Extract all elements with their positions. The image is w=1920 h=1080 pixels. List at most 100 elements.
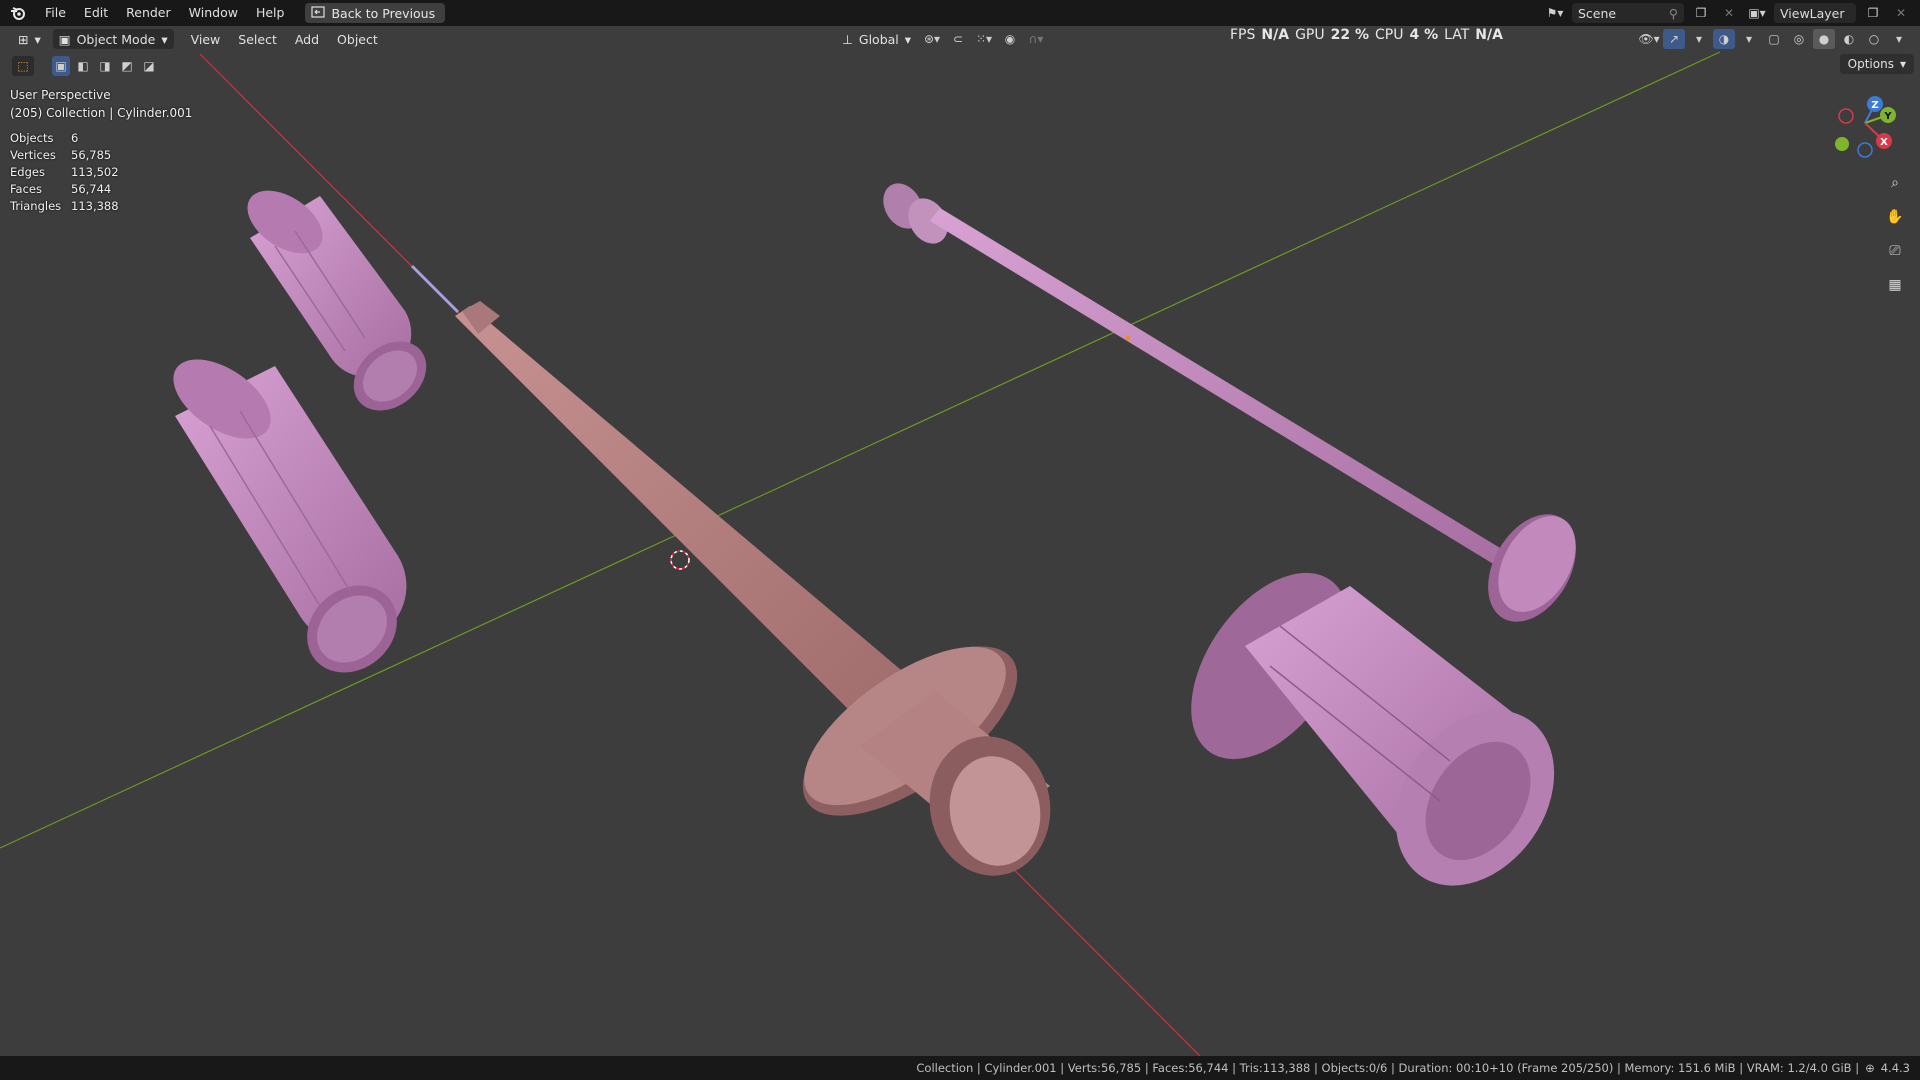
syringe-barrel-object bbox=[455, 301, 1051, 876]
mode-selector[interactable]: ▣ Object Mode ▾ bbox=[52, 29, 174, 49]
stat-value: 56,785 bbox=[71, 148, 112, 162]
snap-target-icon[interactable]: ⁙▾ bbox=[973, 29, 995, 49]
remove-viewlayer-icon[interactable]: ✕ bbox=[1890, 3, 1912, 23]
zoom-icon[interactable]: ⌕ bbox=[1882, 170, 1908, 196]
select-tool-icon[interactable]: ⬚ bbox=[12, 56, 34, 76]
view-navigation-buttons: ⌕ ✋ ⎚ ▦ bbox=[1882, 170, 1908, 298]
viewlayer-name: ViewLayer bbox=[1780, 5, 1845, 21]
editor-type-icon: ⊞ bbox=[18, 31, 29, 47]
select-invert-icon[interactable]: ◩ bbox=[118, 56, 136, 76]
select-intersect-icon[interactable]: ◪ bbox=[140, 56, 158, 76]
menu-select[interactable]: Select bbox=[229, 32, 286, 47]
fps-value: N/A bbox=[1261, 27, 1290, 43]
pan-hand-icon[interactable]: ✋ bbox=[1882, 204, 1908, 230]
perspective-label: User Perspective bbox=[10, 88, 111, 102]
navigation-gizmo[interactable]: Z Y X bbox=[1830, 88, 1900, 158]
gizmo-dropdown-icon[interactable]: ▾ bbox=[1688, 29, 1710, 49]
top-menu-bar: File Edit Render Window Help Back to Pre… bbox=[0, 0, 1920, 26]
pivot-icon[interactable]: ⊛▾ bbox=[921, 29, 943, 49]
transform-tools: ⊥ Global ▾ ⊛▾ ⊂ ⁙▾ ◉ ∩▾ bbox=[836, 29, 1047, 49]
select-subtract-icon[interactable]: ◨ bbox=[96, 56, 114, 76]
new-scene-icon[interactable]: ❐ bbox=[1690, 3, 1712, 23]
gpu-value: 22 % bbox=[1330, 27, 1369, 43]
shading-dropdown-icon[interactable]: ▾ bbox=[1888, 29, 1910, 49]
viewport-info: User Perspective (205) Collection | Cyli… bbox=[10, 86, 192, 122]
overlay-dropdown-icon[interactable]: ▾ bbox=[1738, 29, 1760, 49]
visibility-icon[interactable]: 👁▾ bbox=[1638, 29, 1660, 49]
wireframe-shading-icon[interactable]: ◎ bbox=[1788, 29, 1810, 49]
stat-row: Vertices 56,785 bbox=[10, 147, 119, 164]
needle-object bbox=[410, 264, 460, 314]
ortho-grid-icon[interactable]: ▦ bbox=[1882, 272, 1908, 298]
scene-type-icon[interactable]: ⚑▾ bbox=[1544, 3, 1566, 23]
status-text: Collection | Cylinder.001 | Verts:56,785… bbox=[916, 1061, 1860, 1075]
pin-icon[interactable]: ⚲ bbox=[1669, 6, 1678, 21]
gizmo-y-label: Y bbox=[1883, 111, 1892, 122]
viewlayer-type-icon[interactable]: ▣▾ bbox=[1746, 3, 1768, 23]
chevron-down-icon: ▾ bbox=[904, 31, 912, 47]
version-label: 4.4.3 bbox=[1880, 1061, 1910, 1075]
rendered-shading-icon[interactable]: ○ bbox=[1863, 29, 1885, 49]
menu-help[interactable]: Help bbox=[247, 2, 294, 24]
gizmo-x-label: X bbox=[1880, 137, 1888, 148]
status-bar: Collection | Cylinder.001 | Verts:56,785… bbox=[0, 1056, 1920, 1080]
viewport-header: ⊞ ▾ ▣ Object Mode ▾ View Select Add Objec… bbox=[0, 26, 1920, 52]
options-label: Options bbox=[1847, 57, 1894, 71]
screen-back-icon bbox=[311, 5, 326, 21]
back-to-previous-label: Back to Previous bbox=[331, 5, 436, 21]
proportional-edit-icon[interactable]: ◉ bbox=[999, 29, 1021, 49]
scene-viewlayer-controls: ⚑▾ Scene ⚲ ❐ ✕ ▣▾ ViewLayer ❐ ✕ bbox=[1544, 0, 1912, 26]
gizmo-toggle-icon[interactable]: ↗ bbox=[1663, 29, 1685, 49]
menu-object[interactable]: Object bbox=[328, 32, 387, 47]
stat-value: 113,502 bbox=[71, 165, 119, 179]
falloff-icon[interactable]: ∩▾ bbox=[1025, 29, 1047, 49]
new-viewlayer-icon[interactable]: ❐ bbox=[1862, 3, 1884, 23]
cpu-label: CPU bbox=[1375, 27, 1404, 43]
scene-name: Scene bbox=[1578, 5, 1617, 21]
stat-label: Objects bbox=[10, 131, 54, 145]
stat-row: Objects 6 bbox=[10, 130, 119, 147]
stat-label: Vertices bbox=[10, 148, 56, 162]
blender-logo-icon[interactable] bbox=[8, 3, 28, 23]
viewlayer-field[interactable]: ViewLayer bbox=[1774, 3, 1856, 23]
menu-file[interactable]: File bbox=[36, 2, 75, 24]
remove-scene-icon[interactable]: ✕ bbox=[1718, 3, 1740, 23]
select-extend-icon[interactable]: ◧ bbox=[74, 56, 92, 76]
stat-label: Edges bbox=[10, 165, 45, 179]
orientation-selector[interactable]: ⊥ Global ▾ bbox=[836, 29, 917, 49]
xray-icon[interactable]: ▢ bbox=[1763, 29, 1785, 49]
cpu-value: 4 % bbox=[1409, 27, 1439, 43]
material-shading-icon[interactable]: ◐ bbox=[1838, 29, 1860, 49]
select-new-icon[interactable]: ▣ bbox=[52, 56, 70, 76]
solid-shading-icon[interactable]: ● bbox=[1813, 29, 1835, 49]
menu-view[interactable]: View bbox=[182, 32, 230, 47]
menu-add[interactable]: Add bbox=[286, 32, 328, 47]
editor-type-button[interactable]: ⊞ ▾ bbox=[12, 29, 47, 49]
stat-label: Faces bbox=[10, 182, 42, 196]
snap-icon[interactable]: ⊂ bbox=[947, 29, 969, 49]
gpu-label: GPU bbox=[1295, 27, 1325, 43]
plunger-rod-object bbox=[883, 183, 1576, 622]
back-to-previous-button[interactable]: Back to Previous bbox=[305, 3, 446, 23]
scene-field[interactable]: Scene ⚲ bbox=[1572, 3, 1684, 23]
object-mode-icon: ▣ bbox=[58, 31, 71, 47]
stat-row: Edges 113,502 bbox=[10, 164, 119, 181]
chevron-down-icon: ▾ bbox=[1899, 57, 1906, 71]
stat-value: 6 bbox=[71, 131, 79, 145]
orientation-label: Global bbox=[858, 31, 899, 47]
overlay-toggle-icon[interactable]: ◑ bbox=[1713, 29, 1735, 49]
options-button[interactable]: Options ▾ bbox=[1839, 54, 1914, 74]
3d-viewport[interactable]: ⊞ ▾ ▣ Object Mode ▾ View Select Add Objec… bbox=[0, 26, 1920, 1056]
mode-label: Object Mode bbox=[76, 31, 156, 47]
fps-label: FPS bbox=[1230, 27, 1256, 43]
camera-view-icon[interactable]: ⎚ bbox=[1882, 238, 1908, 264]
menu-render[interactable]: Render bbox=[117, 2, 180, 24]
select-mode-row: ⬚ ▣ ◧ ◨ ◩ ◪ bbox=[12, 56, 158, 76]
menu-window[interactable]: Window bbox=[180, 2, 247, 24]
viewport-display-tools: 👁▾ ↗ ▾ ◑ ▾ ▢ ◎ ● ◐ ○ ▾ bbox=[1638, 29, 1910, 49]
menu-edit[interactable]: Edit bbox=[75, 2, 117, 24]
stat-row: Triangles 113,388 bbox=[10, 198, 119, 215]
3d-cursor-icon bbox=[670, 550, 690, 570]
lat-value: N/A bbox=[1475, 27, 1503, 43]
axis-icon: ⊥ bbox=[842, 31, 853, 47]
